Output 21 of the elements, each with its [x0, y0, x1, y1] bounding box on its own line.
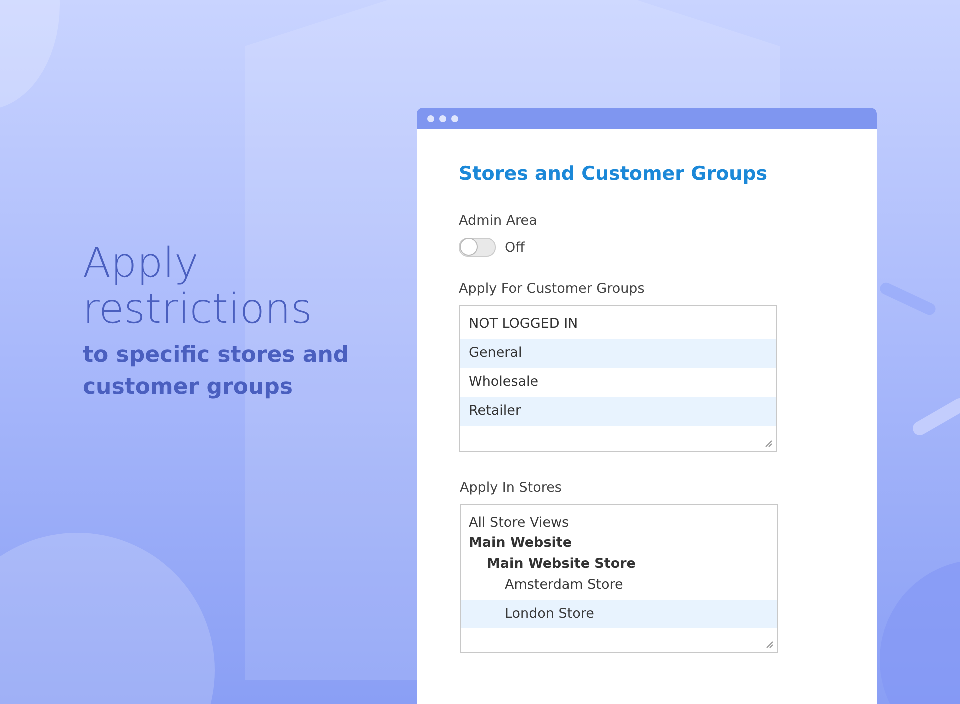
list-option[interactable]: All Store Views	[461, 513, 777, 533]
list-option[interactable]: Retailer	[460, 397, 776, 426]
list-option[interactable]: Wholesale	[460, 368, 776, 397]
resize-grip-icon[interactable]	[766, 641, 774, 649]
hero-headline: Apply restrictions	[83, 240, 314, 332]
list-option[interactable]: London Store	[461, 600, 777, 628]
multiselect-list[interactable]: NOT LOGGED IN General Wholesale Retailer	[459, 305, 777, 452]
hero-subline: to specific stores and customer groups	[83, 342, 350, 402]
toggle-switch[interactable]	[459, 238, 496, 257]
toggle-state: Off	[505, 240, 525, 256]
field-label: Admin Area	[459, 213, 538, 229]
section-title: Stores and Customer Groups	[459, 162, 768, 187]
list-option[interactable]: General	[460, 339, 776, 368]
list-option[interactable]: Main Website	[461, 533, 777, 554]
list-option[interactable]: Main Website Store	[461, 554, 777, 575]
field-label: Apply In Stores	[460, 480, 562, 496]
field-label: Apply For Customer Groups	[459, 281, 645, 297]
multiselect-list[interactable]: All Store Views Main Website Main Website Store Amsterdam Store London Store	[460, 504, 778, 653]
list-option[interactable]: NOT LOGGED IN	[460, 310, 776, 339]
list-option[interactable]: Amsterdam Store	[461, 575, 777, 595]
resize-grip-icon[interactable]	[765, 440, 773, 448]
